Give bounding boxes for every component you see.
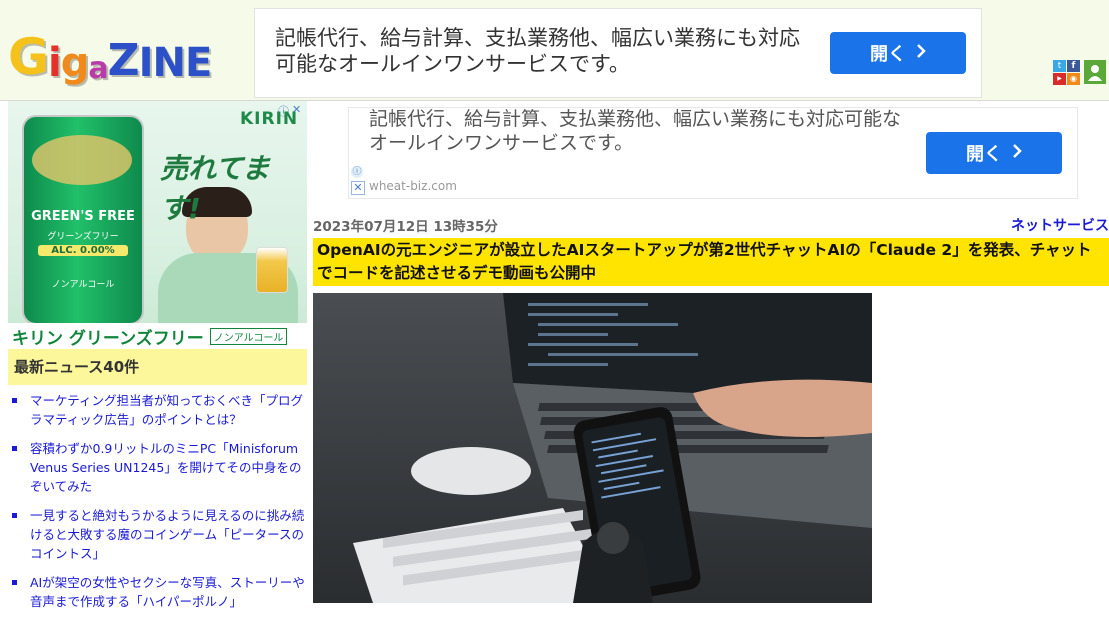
article-date: 2023年07月12日 13時35分 <box>313 219 498 235</box>
kirin-brand-logo: KIRIN <box>240 109 299 129</box>
beer-glass <box>256 247 288 293</box>
article-ad-info-icon[interactable]: ⓘ <box>351 166 363 178</box>
article-meta: 2023年07月12日 13時35分 ネットサービス <box>313 215 1109 235</box>
kirin-ad-tag: ノンアルコール <box>209 327 288 345</box>
can-alc: ALC. 0.00% <box>38 245 128 256</box>
news-link[interactable]: AIが架空の女性やセクシーな写真、ストーリーや音声まで作成する「ハイパーポルノ」 <box>8 573 307 611</box>
news-link[interactable]: マーケティング担当者が知っておくべき「プログラマティック広告」のポイントとは？ <box>8 391 307 429</box>
can-emblem <box>32 135 132 185</box>
article-top-ad[interactable]: 記帳代行、給与計算、支払業務他、幅広い業務にも対応可能なオールインワンサービスで… <box>348 107 1078 199</box>
top-banner-ad[interactable]: 記帳代行、給与計算、支払業務他、幅広い業務にも対応可能なオールインワンサービスで… <box>254 8 982 98</box>
can-name-jp: グリーンズフリー <box>47 232 119 242</box>
site-header: G i g a Z I N E ⓘ ✕ 記帳代行、給与計算、支払業務他、幅広い業… <box>0 0 1109 101</box>
article-hero-image <box>313 293 872 603</box>
top-ad-open-label: 開く <box>870 44 906 65</box>
article-category-link[interactable]: ネットサービス <box>1011 215 1109 235</box>
latest-news-list: マーケティング担当者が知っておくべき「プログラマティック広告」のポイントとは？ … <box>8 391 307 621</box>
article-title: OpenAIの元エンジニアが設立したAIスタートアップが第2世代チャットAIの「… <box>313 238 1109 286</box>
kirin-ad-footer: キリン グリーンズフリー ノンアルコール <box>8 323 307 349</box>
hero-photo-illustration <box>313 293 872 603</box>
news-link[interactable]: 容積わずか0.9リットルのミニPC「Minisforum Venus Serie… <box>8 439 307 496</box>
social-icon-grid: t f ▶ ◉ <box>1053 60 1080 85</box>
article-ad-open-label: 開く <box>966 144 1002 165</box>
article-ad-open-button[interactable]: 開く <box>926 132 1062 174</box>
latest-news-heading: 最新ニュース40件 <box>8 349 307 385</box>
chevron-right-icon <box>916 43 926 64</box>
article-ad-text: 記帳代行、給与計算、支払業務他、幅広い業務にも対応可能なオールインワンサービスで… <box>369 108 902 154</box>
chevron-right-icon <box>1012 143 1022 164</box>
beer-can-image: GREEN'S FREE グリーンズフリー ALC. 0.00% ノンアルコール <box>22 115 144 325</box>
kirin-banner-ad[interactable]: ⓘ ✕ KIRIN GREEN'S FREE グリーンズフリー ALC. 0.0… <box>8 101 307 349</box>
article-ad-domain[interactable]: wheat-biz.com <box>369 179 457 193</box>
article-ad-close-icon[interactable]: ✕ <box>351 181 365 195</box>
top-ad-text: 記帳代行、給与計算、支払業務他、幅広い業務にも対応可能なオールインワンサービスで… <box>275 26 800 77</box>
can-bottom: ノンアルコール <box>51 280 115 290</box>
social-links: t f ▶ ◉ <box>1053 60 1106 85</box>
top-ad-open-button[interactable]: 開く <box>830 32 966 74</box>
gigazine-logo[interactable]: G i g a Z I N E <box>8 28 212 86</box>
rss-icon[interactable]: ◉ <box>1067 73 1080 85</box>
facebook-icon[interactable]: f <box>1067 60 1080 72</box>
news-link[interactable]: 一見すると絶対もうかるように見えるのに挑み続けると大敗する魔のコインゲーム「ピー… <box>8 506 307 563</box>
can-name: GREEN'S FREE <box>31 209 135 224</box>
sidebar: ⓘ ✕ KIRIN GREEN'S FREE グリーンズフリー ALC. 0.0… <box>8 101 307 609</box>
ad-headline: 売れてます! <box>160 152 270 225</box>
youtube-icon[interactable]: ▶ <box>1053 73 1066 85</box>
kirin-ad-product: キリン グリーンズフリー <box>12 328 204 349</box>
user-icon[interactable] <box>1084 60 1106 84</box>
twitter-icon[interactable]: t <box>1053 60 1066 72</box>
